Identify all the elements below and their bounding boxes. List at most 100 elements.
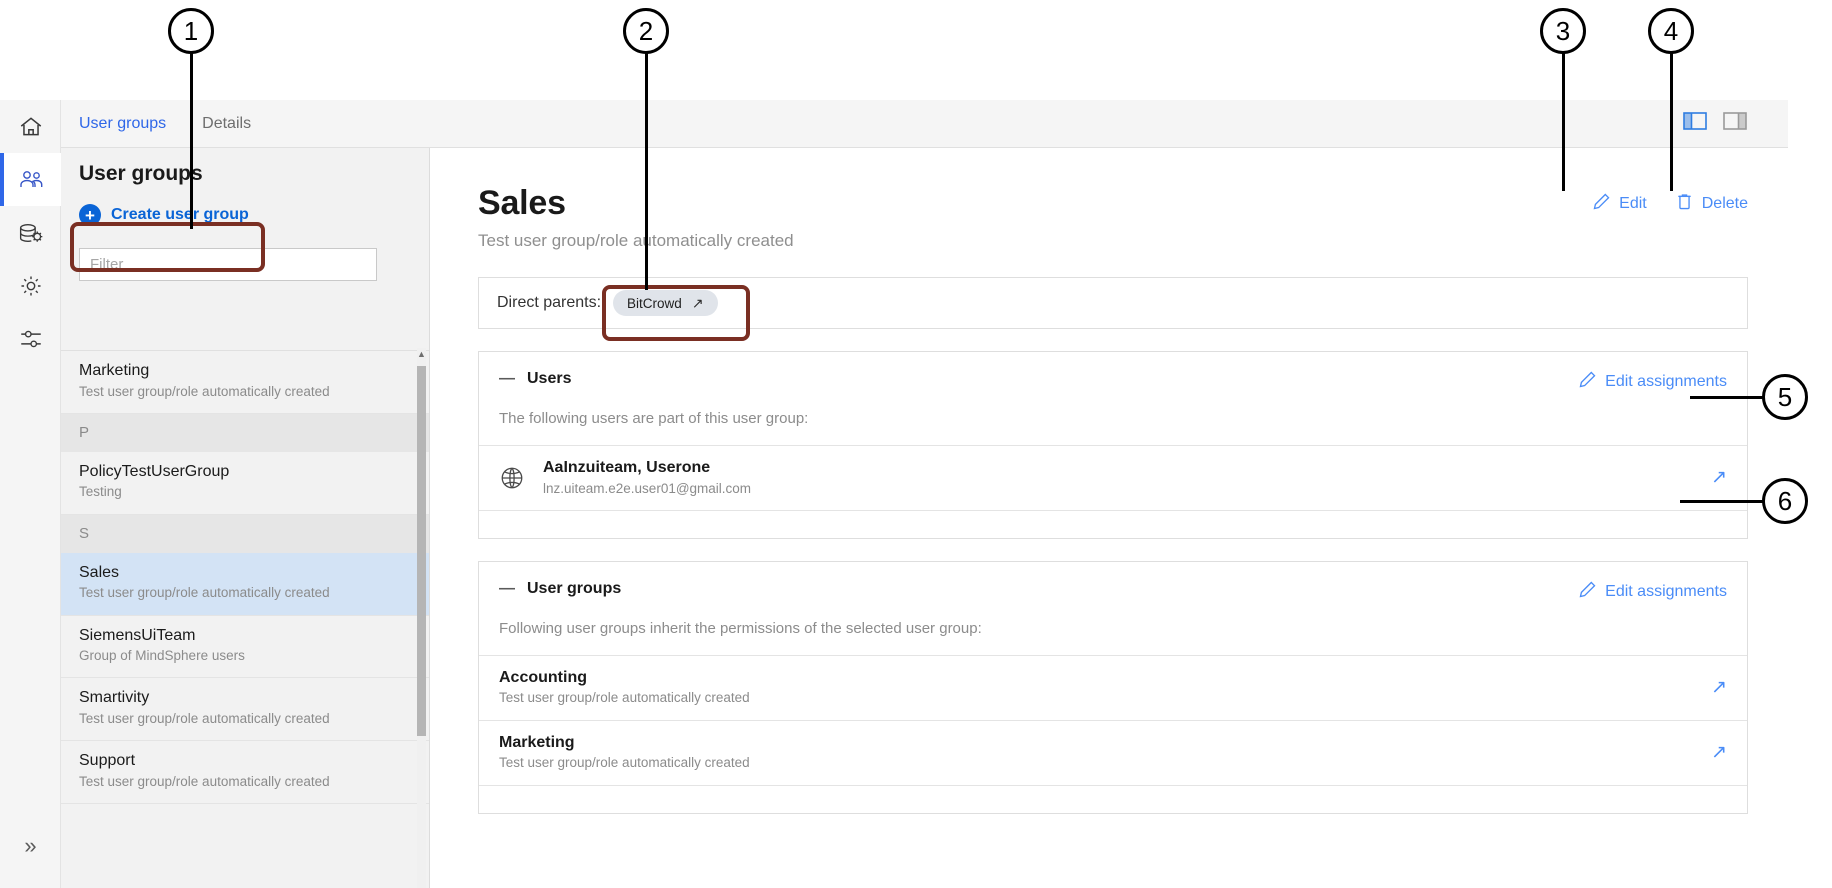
rail-item-settings[interactable] xyxy=(0,259,61,312)
list-item-desc: Test user group/role automatically creat… xyxy=(79,710,330,726)
sliders-icon xyxy=(18,326,44,352)
user-groups-section-description: Following user groups inherit the permis… xyxy=(499,619,982,637)
pencil-icon xyxy=(1578,370,1597,394)
filter-input[interactable] xyxy=(79,248,377,281)
list-item-selected[interactable]: Sales Test user group/role automatically… xyxy=(61,552,429,616)
users-card: — Users Edit assignments The following u… xyxy=(478,351,1748,539)
user-groups-list-panel: User groups + Create user group Marketin… xyxy=(61,148,430,888)
callout-2: 2 xyxy=(623,8,669,54)
user-groups-card-footer xyxy=(479,784,1747,813)
right-panel-toggle-icon[interactable] xyxy=(1722,110,1748,137)
list-scrollbar[interactable]: ▲ xyxy=(417,348,426,888)
panel-toggles xyxy=(1682,110,1788,137)
collapse-icon[interactable]: — xyxy=(499,580,515,598)
user-group-row-desc: Test user group/role automatically creat… xyxy=(499,690,750,706)
list-item-desc: Group of MindSphere users xyxy=(79,648,245,664)
callout-3: 3 xyxy=(1540,8,1586,54)
callout-4: 4 xyxy=(1648,8,1694,54)
user-group-row[interactable]: Accounting Test user group/role automati… xyxy=(479,654,1747,720)
user-group-row-desc: Test user group/role automatically creat… xyxy=(499,755,750,771)
callout-1: 1 xyxy=(168,8,214,54)
globe-icon xyxy=(499,465,543,491)
list-item-name: Support xyxy=(79,752,136,770)
users-icon xyxy=(17,167,45,193)
user-row-email: lnz.uiteam.e2e.user01@gmail.com xyxy=(543,480,752,496)
direct-parents-label: Direct parents: xyxy=(497,294,602,311)
parent-chip-label: BitCrowd xyxy=(627,295,682,311)
list-group-header: S xyxy=(61,514,429,553)
rail-expand-button[interactable]: » xyxy=(0,826,61,866)
user-group-row[interactable]: Marketing Test user group/role automatic… xyxy=(479,719,1747,785)
collapse-icon[interactable]: — xyxy=(499,370,515,388)
trash-icon xyxy=(1675,192,1694,216)
primary-nav-rail: » xyxy=(0,100,61,888)
list-item-desc: Test user group/role automatically creat… xyxy=(79,383,330,399)
parent-chip-bitcrowd[interactable]: BitCrowd ↗ xyxy=(613,290,718,316)
list-item[interactable]: Marketing Test user group/role automatic… xyxy=(61,351,429,414)
direct-parents-box: Direct parents: BitCrowd ↗ xyxy=(478,277,1748,329)
scrollbar-thumb[interactable] xyxy=(417,366,426,736)
screenshot-root: » User groups Details User groups + Crea… xyxy=(0,0,1832,888)
user-groups-card: — User groups Edit assignments Following… xyxy=(478,560,1748,814)
list-group-header: P xyxy=(61,413,429,452)
open-user-group-icon[interactable]: ↗ xyxy=(1711,741,1727,764)
tab-bar: User groups Details xyxy=(61,100,1788,148)
list-item[interactable]: Smartivity Test user group/role automati… xyxy=(61,678,429,742)
delete-label: Delete xyxy=(1701,195,1748,212)
user-group-list[interactable]: Marketing Test user group/role automatic… xyxy=(61,350,429,888)
list-item-name: SiemensUiTeam xyxy=(79,626,196,644)
pencil-icon xyxy=(1578,580,1597,604)
user-row[interactable]: AaInzuiteam, Userone lnz.uiteam.e2e.user… xyxy=(479,445,1747,510)
tab-details[interactable]: Details xyxy=(184,100,269,148)
list-item-desc: Testing xyxy=(79,484,122,500)
edit-label: Edit xyxy=(1619,195,1647,212)
list-item-name: PolicyTestUserGroup xyxy=(79,462,230,480)
detail-panel: Sales Test user group/role automatically… xyxy=(430,148,1788,888)
plus-circle-icon: + xyxy=(79,204,101,226)
user-groups-section-title-wrap[interactable]: — User groups xyxy=(499,580,621,598)
list-item[interactable]: PolicyTestUserGroup Testing xyxy=(61,451,429,515)
page-title: User groups xyxy=(79,162,203,185)
gear-icon xyxy=(18,273,44,299)
list-item[interactable]: Support Test user group/role automatical… xyxy=(61,741,429,805)
detail-title: Sales xyxy=(478,184,566,222)
list-item-desc: Test user group/role automatically creat… xyxy=(79,773,330,789)
users-section-title-wrap[interactable]: — Users xyxy=(499,370,571,388)
users-card-header: — Users Edit assignments xyxy=(479,352,1747,394)
users-card-footer xyxy=(479,509,1747,538)
rail-item-preferences[interactable] xyxy=(0,312,61,365)
detail-actions: Edit Delete xyxy=(1592,184,1748,216)
delete-button[interactable]: Delete xyxy=(1675,192,1748,216)
open-user-group-icon[interactable]: ↗ xyxy=(1711,676,1727,699)
create-user-group-button[interactable]: + Create user group xyxy=(79,204,429,226)
pencil-icon xyxy=(1592,192,1611,216)
list-item-name: Sales xyxy=(79,563,120,581)
list-item-name: Smartivity xyxy=(79,689,150,707)
rail-item-user-groups[interactable] xyxy=(0,153,61,206)
rail-item-home[interactable] xyxy=(0,100,61,153)
user-groups-card-header: — User groups Edit assignments xyxy=(479,562,1747,604)
list-item[interactable]: SiemensUiTeam Group of MindSphere users xyxy=(61,615,429,679)
user-groups-section-title: User groups xyxy=(527,579,622,597)
assets-icon xyxy=(17,220,44,246)
user-group-row-name: Marketing xyxy=(499,733,575,751)
home-icon xyxy=(18,114,44,140)
user-group-row-name: Accounting xyxy=(499,668,587,686)
external-link-icon: ↗ xyxy=(691,294,704,311)
list-item-desc: Test user group/role automatically creat… xyxy=(79,585,330,601)
scrollbar-up-arrow[interactable]: ▲ xyxy=(417,348,426,362)
tab-user-groups[interactable]: User groups xyxy=(61,100,184,148)
edit-button[interactable]: Edit xyxy=(1592,192,1647,216)
application-window: » User groups Details User groups + Crea… xyxy=(0,100,1788,888)
detail-subtitle: Test user group/role automatically creat… xyxy=(478,231,794,250)
user-groups-edit-assignments-button[interactable]: Edit assignments xyxy=(1578,580,1727,604)
user-row-name: AaInzuiteam, Userone xyxy=(543,459,711,476)
users-section-description: The following users are part of this use… xyxy=(499,410,809,427)
users-section-title: Users xyxy=(527,370,572,387)
rail-item-assets[interactable] xyxy=(0,206,61,259)
detail-header: Sales Test user group/role automatically… xyxy=(478,184,1748,251)
users-edit-assignments-button[interactable]: Edit assignments xyxy=(1578,370,1727,394)
edit-assignments-label: Edit assignments xyxy=(1605,582,1727,600)
open-user-icon[interactable]: ↗ xyxy=(1711,466,1727,489)
left-panel-toggle-icon[interactable] xyxy=(1682,110,1708,137)
